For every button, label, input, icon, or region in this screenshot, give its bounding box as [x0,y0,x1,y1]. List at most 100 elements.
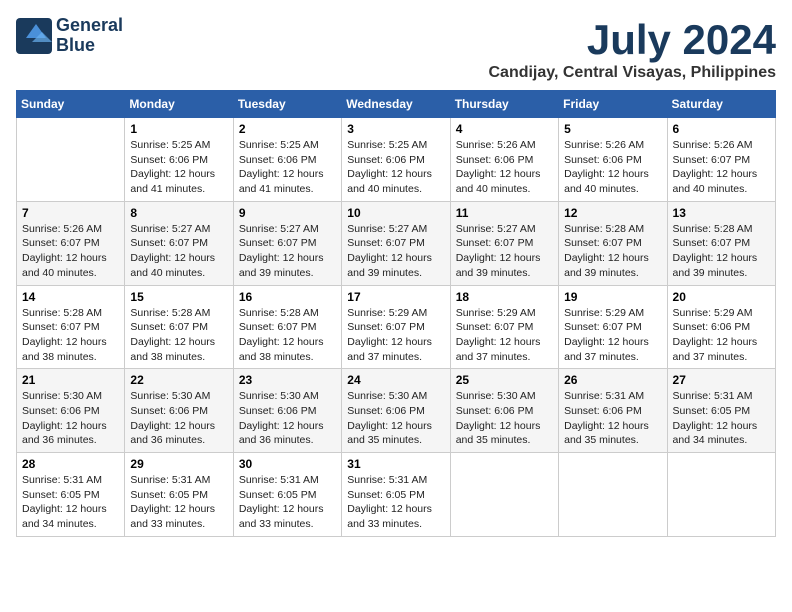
calendar-cell: 26 Sunrise: 5:31 AM Sunset: 6:06 PM Dayli… [559,369,667,453]
day-number: 19 [564,290,661,304]
cell-info: Sunrise: 5:31 AM Sunset: 6:05 PM Dayligh… [673,389,770,448]
calendar-cell: 29 Sunrise: 5:31 AM Sunset: 6:05 PM Dayli… [125,453,233,537]
cell-info: Sunrise: 5:27 AM Sunset: 6:07 PM Dayligh… [347,222,444,281]
calendar-cell: 11Sunrise: 5:27 AM Sunset: 6:07 PM Dayli… [450,201,558,285]
calendar-cell: 9 Sunrise: 5:27 AM Sunset: 6:07 PM Daylig… [233,201,341,285]
cell-info: Sunrise: 5:28 AM Sunset: 6:07 PM Dayligh… [239,306,336,365]
day-number: 30 [239,457,336,471]
calendar-cell: 10 Sunrise: 5:27 AM Sunset: 6:07 PM Dayli… [342,201,450,285]
day-number: 5 [564,122,661,136]
day-number: 1 [130,122,227,136]
day-number: 28 [22,457,119,471]
cell-info: Sunrise: 5:28 AM Sunset: 6:07 PM Dayligh… [673,222,770,281]
calendar-week-row: 14 Sunrise: 5:28 AM Sunset: 6:07 PM Dayli… [17,285,776,369]
logo: General Blue [16,16,123,56]
calendar-cell: 22 Sunrise: 5:30 AM Sunset: 6:06 PM Dayli… [125,369,233,453]
logo-line2: Blue [56,36,123,56]
calendar-cell: 21 Sunrise: 5:30 AM Sunset: 6:06 PM Dayli… [17,369,125,453]
logo-icon [16,18,52,54]
day-number: 12 [564,206,661,220]
calendar-cell: 19Sunrise: 5:29 AM Sunset: 6:07 PM Dayli… [559,285,667,369]
calendar-cell: 15Sunrise: 5:28 AM Sunset: 6:07 PM Dayli… [125,285,233,369]
cell-info: Sunrise: 5:31 AM Sunset: 6:05 PM Dayligh… [22,473,119,532]
weekday-header: Friday [559,91,667,118]
calendar-cell: 12Sunrise: 5:28 AM Sunset: 6:07 PM Dayli… [559,201,667,285]
title-area: July 2024 Candijay, Central Visayas, Phi… [488,16,776,82]
day-number: 17 [347,290,444,304]
day-number: 26 [564,373,661,387]
day-number: 7 [22,206,119,220]
weekday-header: Sunday [17,91,125,118]
day-number: 29 [130,457,227,471]
calendar-cell: 1 Sunrise: 5:25 AM Sunset: 6:06 PM Daylig… [125,118,233,202]
calendar-cell [17,118,125,202]
calendar-week-row: 28 Sunrise: 5:31 AM Sunset: 6:05 PM Dayli… [17,453,776,537]
day-number: 16 [239,290,336,304]
day-number: 23 [239,373,336,387]
day-number: 21 [22,373,119,387]
cell-info: Sunrise: 5:29 AM Sunset: 6:07 PM Dayligh… [347,306,444,365]
cell-info: Sunrise: 5:26 AM Sunset: 6:06 PM Dayligh… [564,138,661,197]
weekday-header: Monday [125,91,233,118]
cell-info: Sunrise: 5:27 AM Sunset: 6:07 PM Dayligh… [130,222,227,281]
cell-info: Sunrise: 5:28 AM Sunset: 6:07 PM Dayligh… [22,306,119,365]
cell-info: Sunrise: 5:29 AM Sunset: 6:07 PM Dayligh… [456,306,553,365]
calendar-cell: 17 Sunrise: 5:29 AM Sunset: 6:07 PM Dayli… [342,285,450,369]
cell-info: Sunrise: 5:30 AM Sunset: 6:06 PM Dayligh… [130,389,227,448]
day-number: 25 [456,373,553,387]
calendar-cell: 27 Sunrise: 5:31 AM Sunset: 6:05 PM Dayli… [667,369,775,453]
calendar-cell: 23Sunrise: 5:30 AM Sunset: 6:06 PM Dayli… [233,369,341,453]
cell-info: Sunrise: 5:25 AM Sunset: 6:06 PM Dayligh… [239,138,336,197]
day-number: 4 [456,122,553,136]
weekday-header: Wednesday [342,91,450,118]
weekday-header: Tuesday [233,91,341,118]
page-header: General Blue July 2024 Candijay, Central… [16,16,776,82]
cell-info: Sunrise: 5:31 AM Sunset: 6:05 PM Dayligh… [130,473,227,532]
day-number: 3 [347,122,444,136]
cell-info: Sunrise: 5:30 AM Sunset: 6:06 PM Dayligh… [22,389,119,448]
calendar-cell [559,453,667,537]
cell-info: Sunrise: 5:29 AM Sunset: 6:06 PM Dayligh… [673,306,770,365]
cell-info: Sunrise: 5:27 AM Sunset: 6:07 PM Dayligh… [456,222,553,281]
calendar-cell: 6 Sunrise: 5:26 AM Sunset: 6:07 PM Daylig… [667,118,775,202]
calendar-cell: 5 Sunrise: 5:26 AM Sunset: 6:06 PM Daylig… [559,118,667,202]
day-number: 9 [239,206,336,220]
day-number: 27 [673,373,770,387]
cell-info: Sunrise: 5:30 AM Sunset: 6:06 PM Dayligh… [456,389,553,448]
day-number: 6 [673,122,770,136]
day-number: 13 [673,206,770,220]
location-title: Candijay, Central Visayas, Philippines [488,64,776,82]
calendar-cell: 13 Sunrise: 5:28 AM Sunset: 6:07 PM Dayli… [667,201,775,285]
calendar-cell: 4 Sunrise: 5:26 AM Sunset: 6:06 PM Daylig… [450,118,558,202]
cell-info: Sunrise: 5:25 AM Sunset: 6:06 PM Dayligh… [347,138,444,197]
day-number: 10 [347,206,444,220]
logo-line1: General [56,16,123,36]
calendar-cell: 16 Sunrise: 5:28 AM Sunset: 6:07 PM Dayli… [233,285,341,369]
calendar-cell: 28 Sunrise: 5:31 AM Sunset: 6:05 PM Dayli… [17,453,125,537]
day-number: 2 [239,122,336,136]
day-number: 18 [456,290,553,304]
month-title: July 2024 [488,16,776,64]
cell-info: Sunrise: 5:25 AM Sunset: 6:06 PM Dayligh… [130,138,227,197]
calendar-cell: 8 Sunrise: 5:27 AM Sunset: 6:07 PM Daylig… [125,201,233,285]
cell-info: Sunrise: 5:26 AM Sunset: 6:06 PM Dayligh… [456,138,553,197]
weekday-header: Saturday [667,91,775,118]
cell-info: Sunrise: 5:26 AM Sunset: 6:07 PM Dayligh… [22,222,119,281]
calendar-cell: 3 Sunrise: 5:25 AM Sunset: 6:06 PM Daylig… [342,118,450,202]
day-number: 14 [22,290,119,304]
calendar-cell: 7 Sunrise: 5:26 AM Sunset: 6:07 PM Daylig… [17,201,125,285]
cell-info: Sunrise: 5:31 AM Sunset: 6:06 PM Dayligh… [564,389,661,448]
day-number: 31 [347,457,444,471]
calendar-cell [667,453,775,537]
calendar-week-row: 7 Sunrise: 5:26 AM Sunset: 6:07 PM Daylig… [17,201,776,285]
calendar-cell: 24Sunrise: 5:30 AM Sunset: 6:06 PM Dayli… [342,369,450,453]
day-number: 8 [130,206,227,220]
cell-info: Sunrise: 5:27 AM Sunset: 6:07 PM Dayligh… [239,222,336,281]
calendar-cell: 30Sunrise: 5:31 AM Sunset: 6:05 PM Dayli… [233,453,341,537]
calendar-cell: 18 Sunrise: 5:29 AM Sunset: 6:07 PM Dayli… [450,285,558,369]
day-number: 22 [130,373,227,387]
day-number: 24 [347,373,444,387]
cell-info: Sunrise: 5:26 AM Sunset: 6:07 PM Dayligh… [673,138,770,197]
calendar-cell: 31Sunrise: 5:31 AM Sunset: 6:05 PM Dayli… [342,453,450,537]
calendar-header-row: SundayMondayTuesdayWednesdayThursdayFrid… [17,91,776,118]
